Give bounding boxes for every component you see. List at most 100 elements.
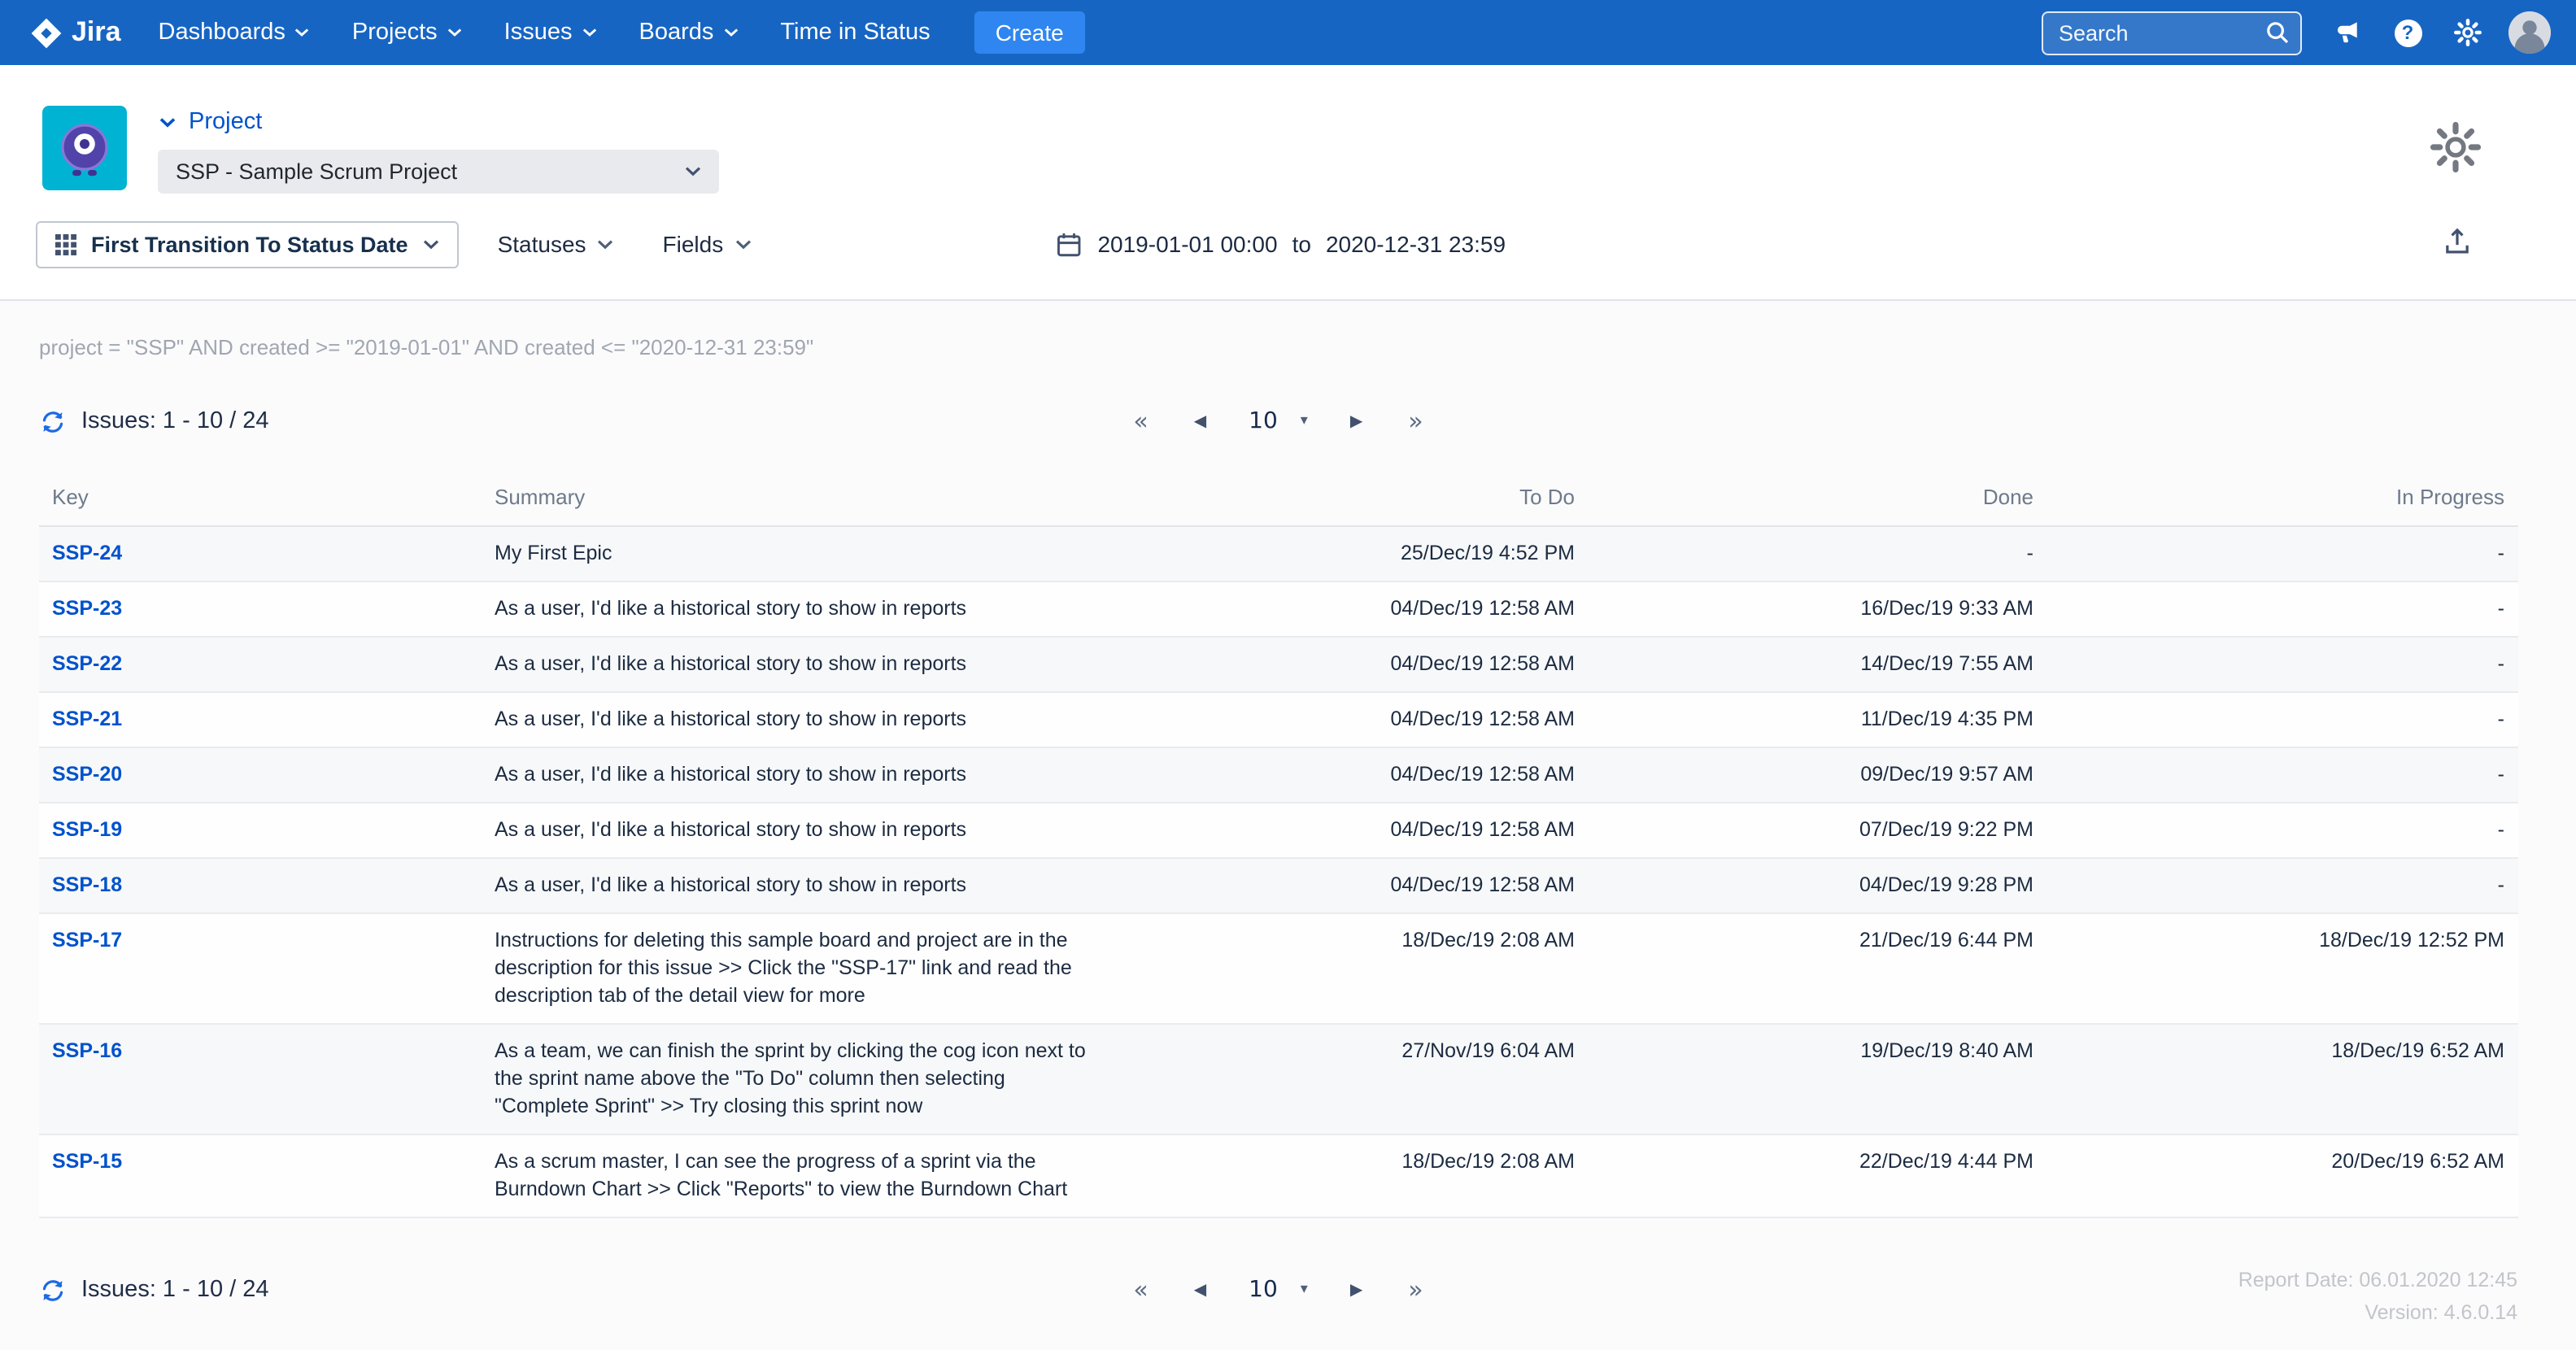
prev-page-button[interactable]: ◀ [1171, 1273, 1229, 1307]
prev-page-button[interactable]: ◀ [1171, 404, 1229, 438]
date-to-word: to [1292, 231, 1311, 257]
column-header-todo: To Do [1100, 470, 1588, 527]
create-button[interactable]: Create [974, 11, 1085, 54]
user-avatar[interactable] [2508, 11, 2550, 54]
feedback-megaphone-icon[interactable] [2317, 0, 2378, 65]
chevron-down-icon [598, 239, 613, 249]
page-size-select[interactable]: 10 ▾ [1229, 403, 1327, 439]
last-page-button[interactable]: » [1385, 1273, 1445, 1307]
search-box [2041, 11, 2301, 54]
top-navbar: Jira Dashboards Projects Issues Boards T… [0, 0, 2576, 65]
nav-label: Time in Status [780, 20, 931, 46]
issue-done-cell: 11/Dec/19 4:35 PM [1588, 692, 2046, 748]
last-page-button[interactable]: » [1385, 404, 1445, 438]
chevron-down-icon [295, 28, 310, 37]
issue-todo-cell: 04/Dec/19 12:58 AM [1100, 637, 1588, 693]
calendar-icon [1057, 233, 1081, 256]
grid-icon [55, 233, 76, 255]
next-page-button[interactable]: ▶ [1327, 404, 1385, 438]
date-to-value[interactable]: 2020-12-31 23:59 [1326, 231, 1506, 257]
table-header-row: Key Summary To Do Done In Progress [39, 470, 2517, 527]
issue-summary-cell: As a team, we can finish the sprint by c… [482, 1024, 1100, 1135]
report-toolbar: First Transition To Status Date Statuses… [36, 220, 2576, 268]
table-row: SSP-19 As a user, I'd like a historical s… [39, 803, 2517, 859]
issue-todo-cell: 04/Dec/19 12:58 AM [1100, 858, 1588, 914]
page-size-select[interactable]: 10 ▾ [1229, 1272, 1327, 1308]
refresh-icon[interactable] [39, 407, 67, 435]
report-type-button[interactable]: First Transition To Status Date [36, 220, 459, 268]
issue-key-cell: SSP-24 [39, 526, 482, 582]
issue-inprogress-cell: - [2046, 692, 2517, 748]
next-page-button[interactable]: ▶ [1327, 1273, 1385, 1307]
project-label-text: Project [189, 109, 263, 135]
issue-inprogress-cell: 18/Dec/19 12:52 PM [2046, 913, 2517, 1025]
issue-done-cell: 07/Dec/19 9:22 PM [1588, 803, 2046, 859]
report-footer-info: Report Date: 06.01.2020 12:45 Version: 4… [2238, 1264, 2517, 1329]
nav-label: Boards [639, 20, 714, 46]
issue-key-cell: SSP-17 [39, 913, 482, 1025]
page-size-value: 10 [1249, 1277, 1278, 1303]
issue-key-link[interactable]: SSP-19 [52, 818, 122, 841]
report-content: project = "SSP" AND created >= "2019-01-… [0, 301, 2576, 1350]
jql-query-text: project = "SSP" AND created >= "2019-01-… [39, 335, 814, 359]
issue-inprogress-cell: 18/Dec/19 6:52 AM [2046, 1024, 2517, 1135]
issue-key-cell: SSP-20 [39, 747, 482, 803]
issue-inprogress-cell: - [2046, 526, 2517, 582]
issue-key-link[interactable]: SSP-21 [52, 708, 122, 730]
column-header-summary: Summary [482, 470, 1100, 527]
nav-time-in-status[interactable]: Time in Status [759, 0, 951, 65]
issue-key-cell: SSP-21 [39, 692, 482, 748]
issue-summary-cell: As a scrum master, I can see the progres… [482, 1134, 1100, 1218]
first-page-button[interactable]: « [1110, 404, 1170, 438]
results-bar-bottom: Issues: 1 - 10 / 24 « ◀ 10 ▾ ▶ » Report … [39, 1262, 2517, 1324]
project-label[interactable]: Project [159, 109, 719, 135]
date-from-value[interactable]: 2019-01-01 00:00 [1097, 231, 1277, 257]
issue-done-cell: 16/Dec/19 9:33 AM [1588, 581, 2046, 638]
nav-boards[interactable]: Boards [618, 0, 760, 65]
gear-icon[interactable] [2438, 0, 2498, 65]
statuses-dropdown[interactable]: Statuses [498, 231, 614, 257]
issue-done-cell: 14/Dec/19 7:55 AM [1588, 637, 2046, 693]
issue-key-link[interactable]: SSP-15 [52, 1150, 122, 1173]
settings-gear-icon[interactable] [2428, 120, 2482, 182]
issue-key-link[interactable]: SSP-24 [52, 542, 122, 564]
project-select[interactable]: SSP - Sample Scrum Project [158, 150, 719, 194]
date-range-picker: 2019-01-01 00:00 to 2020-12-31 23:59 [1055, 230, 1506, 258]
help-icon[interactable] [2378, 0, 2438, 65]
issue-done-cell: 21/Dec/19 6:44 PM [1588, 913, 2046, 1025]
fields-dropdown[interactable]: Fields [663, 231, 752, 257]
jira-logo-icon [31, 17, 62, 48]
issue-key-cell: SSP-18 [39, 858, 482, 914]
refresh-icon[interactable] [39, 1276, 67, 1304]
issue-summary-cell: As a user, I'd like a historical story t… [482, 692, 1100, 748]
issue-todo-cell: 04/Dec/19 12:58 AM [1100, 803, 1588, 859]
issue-summary-cell: As a user, I'd like a historical story t… [482, 858, 1100, 914]
search-icon[interactable] [2264, 20, 2290, 46]
issue-key-link[interactable]: SSP-17 [52, 929, 122, 952]
issue-done-cell: 22/Dec/19 4:44 PM [1588, 1134, 2046, 1218]
issue-todo-cell: 18/Dec/19 2:08 AM [1100, 1134, 1588, 1218]
pagination: « ◀ 10 ▾ ▶ » [1110, 403, 1445, 439]
search-input[interactable] [2041, 11, 2301, 54]
first-page-button[interactable]: « [1110, 1273, 1170, 1307]
jira-logo[interactable]: Jira [29, 15, 121, 50]
issue-key-link[interactable]: SSP-16 [52, 1039, 122, 1062]
issue-key-cell: SSP-23 [39, 581, 482, 638]
chevron-down-icon [582, 28, 596, 37]
report-date: Report Date: 06.01.2020 12:45 [2238, 1269, 2517, 1291]
nav-dashboards[interactable]: Dashboards [137, 0, 331, 65]
report-version: Version: 4.6.0.14 [2365, 1301, 2517, 1324]
issue-key-link[interactable]: SSP-18 [52, 873, 122, 896]
export-icon[interactable] [2441, 226, 2472, 257]
nav-label: Issues [503, 20, 573, 46]
table-row: SSP-17 Instructions for deleting this sam… [39, 913, 2517, 1025]
nav-projects[interactable]: Projects [331, 0, 483, 65]
issue-key-link[interactable]: SSP-22 [52, 652, 122, 675]
issue-todo-cell: 18/Dec/19 2:08 AM [1100, 913, 1588, 1025]
report-header: Project SSP - Sample Scrum Project First… [0, 65, 2576, 301]
issue-key-link[interactable]: SSP-20 [52, 763, 122, 786]
chevron-down-icon [423, 239, 438, 249]
table-row: SSP-20 As a user, I'd like a historical s… [39, 747, 2517, 803]
nav-issues[interactable]: Issues [483, 0, 618, 65]
issue-key-link[interactable]: SSP-23 [52, 597, 122, 620]
